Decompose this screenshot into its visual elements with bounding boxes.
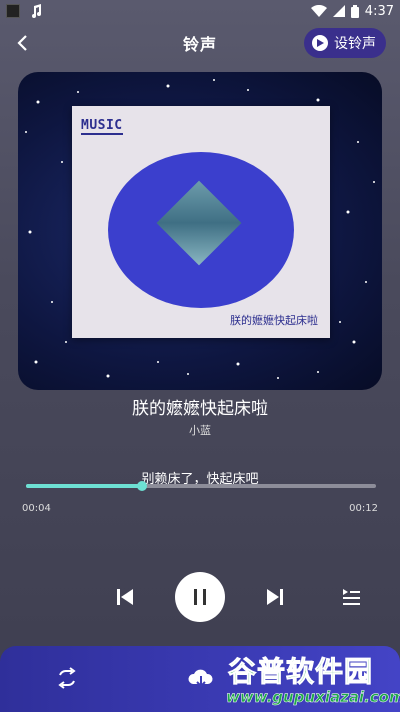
music-note-icon — [32, 4, 41, 18]
set-ringtone-label: 设铃声 — [334, 36, 376, 52]
play-circle-icon — [312, 35, 328, 51]
song-title: 朕的嬷嬷快起床啦 — [132, 399, 268, 419]
back-button[interactable] — [10, 30, 34, 56]
watermark-url: www.gupuxiazai.com — [226, 688, 400, 707]
cloud-download-icon — [188, 669, 213, 688]
repeat-icon — [58, 667, 76, 689]
progress-bar[interactable] — [26, 481, 376, 491]
album-cover-background: MUSIC 朕的嬷嬷快起床啦 — [18, 72, 382, 390]
header: 铃声 设铃声 — [0, 26, 400, 60]
page-title: 铃声 — [182, 35, 217, 54]
signal-icon — [332, 5, 345, 17]
repeat-button[interactable] — [54, 666, 80, 690]
watermark-logo: 谷普软件园 www.gupuxiazai.com — [222, 650, 400, 712]
watermark-text: 谷普软件园 — [227, 655, 374, 689]
pause-icon — [194, 589, 206, 605]
total-time: 00:12 — [349, 503, 378, 514]
current-time: 00:04 — [22, 503, 51, 514]
notification-icon — [6, 4, 20, 18]
skip-next-icon — [267, 589, 283, 605]
wifi-icon — [310, 5, 327, 17]
chevron-left-icon — [17, 35, 27, 51]
artist-name: 小蓝 — [189, 424, 211, 437]
playlist-button[interactable] — [338, 584, 364, 610]
status-time: 4:37 — [364, 3, 394, 19]
album-art: MUSIC 朕的嬷嬷快起床啦 — [72, 106, 330, 338]
previous-button[interactable] — [112, 584, 138, 610]
set-ringtone-button[interactable]: 设铃声 — [304, 28, 386, 58]
playback-controls — [0, 570, 400, 624]
cloud-download-button[interactable] — [186, 666, 216, 690]
progress-knob[interactable] — [136, 481, 147, 491]
playlist-icon — [343, 589, 360, 605]
album-music-label: MUSIC — [81, 118, 123, 135]
battery-icon — [350, 4, 359, 18]
pause-button[interactable] — [175, 572, 225, 622]
progress-fill — [26, 484, 142, 488]
skip-previous-icon — [117, 589, 133, 605]
status-bar: 4:37 — [0, 0, 400, 22]
album-card-title: 朕的嬷嬷快起床啦 — [230, 314, 318, 327]
next-button[interactable] — [262, 584, 288, 610]
